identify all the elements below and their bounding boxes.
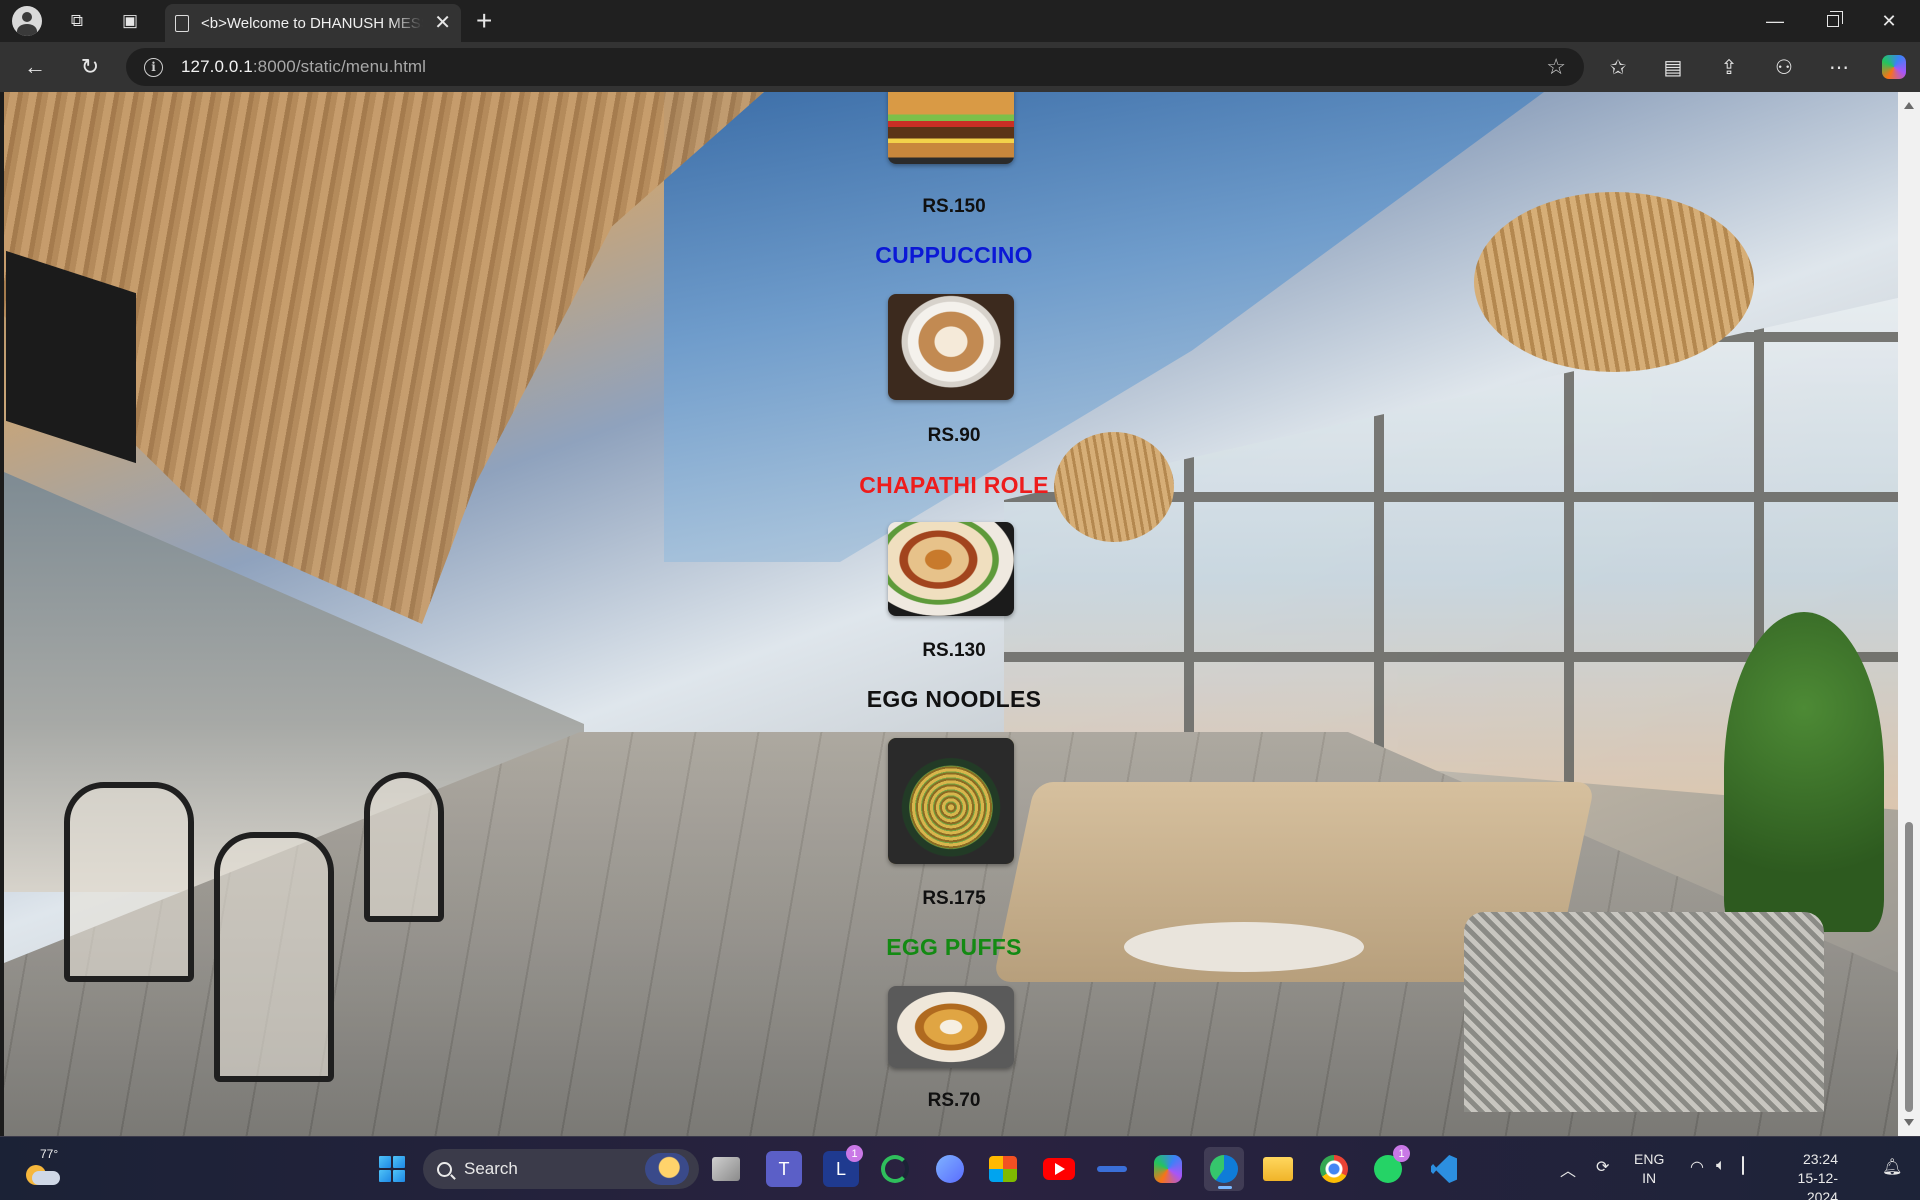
share-icon[interactable]: ⇪ [1712,51,1746,83]
egg-noodles-image [888,738,1014,864]
burger-image [888,92,1014,164]
url-text[interactable]: 127.0.0.1:8000/static/menu.html [181,57,426,77]
browser-toolbar: ← ↻ i 127.0.0.1:8000/static/menu.html ☆ … [0,42,1920,92]
item-price: RS.90 [927,425,981,446]
weather-cloud-icon [32,1171,60,1185]
profile-avatar-icon[interactable] [11,5,43,37]
tab-title: <b>Welcome to DHANUSH MESS</b> [201,14,423,32]
terminal-app-icon[interactable] [1094,1151,1130,1187]
windows-logo-icon [379,1156,405,1182]
clock[interactable]: 23:24 15-12-2024 [1778,1150,1838,1200]
restore-button[interactable] [1810,6,1856,36]
file-explorer-icon[interactable] [1260,1151,1296,1187]
copilot-icon[interactable] [1877,51,1911,83]
chapathi-roll-image [888,522,1014,616]
collections-icon[interactable]: ▤ [1656,51,1690,83]
notification-badge: 1 [1393,1145,1410,1162]
reload-button[interactable]: ↻ [72,50,108,84]
language-indicator[interactable]: ENG IN [1634,1150,1664,1188]
tab-actions-icon[interactable]: ▣ [114,5,146,37]
close-window-button[interactable]: ✕ [1866,6,1912,36]
weather-widget[interactable]: 77° [20,1147,66,1189]
vscode-icon[interactable] [1426,1151,1462,1187]
youtube-icon[interactable] [1041,1151,1077,1187]
vertical-scrollbar[interactable] [1898,92,1920,1136]
prism-app-icon[interactable] [932,1151,968,1187]
scroll-down-arrow-icon[interactable] [1904,1119,1914,1126]
clock-date: 15-12-2024 [1797,1170,1838,1200]
task-view-icon[interactable] [712,1157,740,1181]
lens-app-icon[interactable]: L1 [823,1145,863,1187]
windows-taskbar: 77° Search T L1 1 ︿ ⟳ ENG IN ◠ 🔈︎ 23:24 … [0,1136,1920,1200]
chevron-up-icon[interactable]: ︿ [1560,1157,1576,1181]
new-tab-button[interactable]: + [476,7,492,35]
minimize-button[interactable]: — [1752,6,1798,36]
language-code: ENG [1634,1151,1665,1167]
taskbar-search[interactable]: Search [423,1149,699,1189]
page-icon [175,14,189,32]
clock-time: 23:24 [1802,1151,1838,1167]
item-name: EGG NOODLES [866,686,1042,712]
url-host: 127.0.0.1 [181,57,253,76]
weather-temperature: 77° [40,1147,59,1161]
extensions-icon[interactable]: ⚇ [1767,51,1801,83]
language-region: IN [1642,1170,1657,1186]
scroll-up-arrow-icon[interactable] [1904,102,1914,109]
search-highlight-icon [645,1153,689,1185]
item-price: RS.150 [922,196,986,217]
menu-list: RS.150 CUPPUCCINO RS.90 CHAPATHI ROLE RS… [4,92,1916,1136]
volume-icon[interactable]: 🔈︎ [1716,1157,1726,1175]
tab-close-icon[interactable]: ✕ [434,13,451,33]
item-price: RS.175 [922,888,986,909]
item-price: RS.70 [927,1090,981,1111]
edge-browser-icon[interactable] [1204,1147,1244,1191]
teams-icon[interactable]: T [766,1151,802,1187]
start-button[interactable] [374,1151,410,1187]
search-label: Search [464,1159,518,1178]
copilot-app-icon[interactable] [1150,1151,1186,1187]
item-name: CHAPATHI ROLE [859,472,1049,498]
site-info-icon[interactable]: i [144,57,163,77]
favorites-icon[interactable]: ✩ [1601,51,1635,83]
chrome-icon[interactable] [1316,1151,1352,1187]
whatsapp-icon[interactable]: 1 [1370,1145,1410,1187]
sync-icon[interactable]: ⟳ [1596,1157,1609,1177]
system-tray: ︿ ⟳ ENG IN ◠ 🔈︎ 23:24 15-12-2024 🔔︎ [1548,1137,1920,1200]
battery-icon[interactable] [1742,1156,1744,1175]
favorite-star-icon[interactable]: ☆ [1546,54,1566,80]
address-bar[interactable]: i 127.0.0.1:8000/static/menu.html ☆ [126,48,1584,86]
wifi-icon[interactable]: ◠ [1690,1157,1704,1177]
egg-puffs-image [888,986,1014,1068]
notification-bell-icon[interactable]: 🔔︎ [1882,1157,1902,1177]
search-icon [437,1161,452,1177]
notification-badge: 1 [846,1145,863,1162]
item-name: CUPPUCCINO [875,242,1033,268]
browser-titlebar: ⧉ ▣ <b>Welcome to DHANUSH MESS</b> ✕ + —… [0,0,1920,42]
ring-app-icon[interactable] [877,1151,913,1187]
url-path: :8000/static/menu.html [252,57,427,76]
browser-tab[interactable]: <b>Welcome to DHANUSH MESS</b> ✕ [165,4,461,42]
page-viewport: RS.150 CUPPUCCINO RS.90 CHAPATHI ROLE RS… [0,92,1920,1136]
back-button[interactable]: ← [17,50,53,84]
microsoft-store-icon[interactable] [985,1151,1021,1187]
more-menu-icon[interactable]: ⋯ [1822,51,1856,83]
cappuccino-image [888,294,1014,400]
item-price: RS.130 [922,640,986,661]
scrollbar-thumb[interactable] [1905,822,1913,1112]
workspaces-icon[interactable]: ⧉ [61,5,93,37]
item-name: EGG PUFFS [886,934,1022,960]
